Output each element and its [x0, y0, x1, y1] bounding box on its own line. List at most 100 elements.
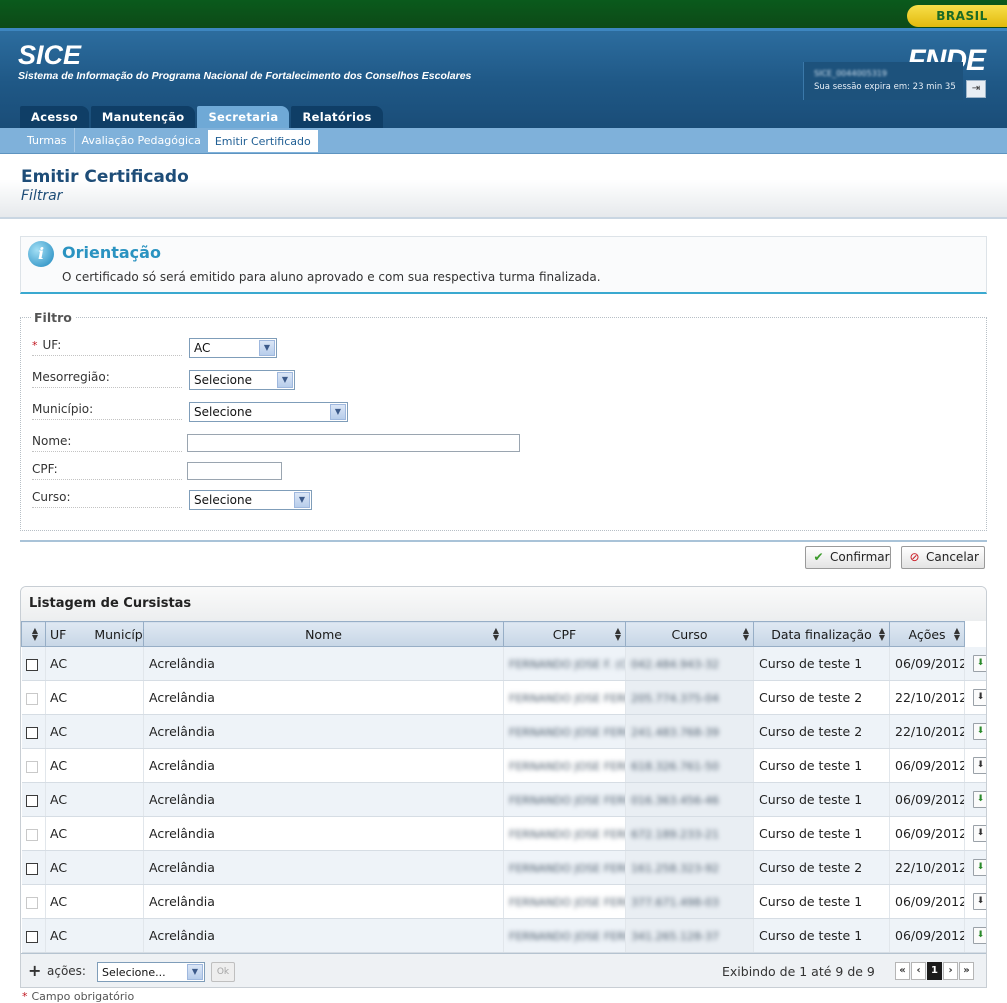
page-title: Emitir Certificado: [21, 167, 189, 187]
table-row[interactable]: AC Acrelândia FERNANDO JOSE FERRARA (FINAL…: [21, 918, 986, 953]
cell-municipio: Acrelândia: [149, 826, 215, 841]
cell-municipio: Acrelândia: [149, 690, 215, 705]
uf-label: UF:: [42, 338, 62, 352]
cell-data: 06/09/2012: [895, 894, 965, 909]
logout-icon[interactable]: ⇥: [966, 80, 986, 98]
download-certificate-icon[interactable]: ⬇: [973, 723, 986, 740]
cell-cpf: 377.671.498-03: [631, 896, 719, 909]
col-header-uf[interactable]: UF Município: [44, 621, 154, 647]
cell-uf: AC: [50, 860, 68, 875]
current-page[interactable]: 1: [927, 962, 942, 980]
subtab-turmas[interactable]: Turmas: [20, 128, 75, 152]
sort-icon: ▲ ▼: [742, 626, 750, 642]
cell-nome: FERNANDO JOSE FERRARA: [509, 896, 625, 909]
bulk-ok-button[interactable]: Ok: [211, 962, 235, 982]
municipio-select[interactable]: Selecione ▼: [189, 402, 348, 422]
required-note: * Campo obrigatório: [22, 990, 135, 1003]
row-checkbox[interactable]: [25, 794, 38, 807]
download-certificate-icon[interactable]: ⬇: [973, 893, 986, 910]
confirm-button[interactable]: ✔ Confirmar: [805, 546, 891, 569]
select-all-header[interactable]: ▲ ▼: [21, 621, 46, 647]
sort-icon: ▲ ▼: [614, 626, 622, 642]
cell-cpf: 618.326.761-50: [631, 760, 719, 773]
row-checkbox[interactable]: [25, 760, 38, 773]
download-certificate-icon[interactable]: ⬇: [973, 791, 986, 808]
chevron-down-icon: ▼: [330, 404, 346, 420]
download-certificate-icon[interactable]: ⬇: [973, 654, 986, 672]
sort-icon: ▲ ▼: [492, 626, 500, 642]
first-page-button[interactable]: «: [895, 962, 910, 980]
row-checkbox[interactable]: [25, 896, 38, 909]
last-page-button[interactable]: »: [959, 962, 974, 980]
cell-nome: FERNANDO JOSE FERRARA: [509, 760, 625, 773]
tab-relatorios[interactable]: Relatórios: [291, 106, 383, 128]
tab-secretaria[interactable]: Secretaria: [197, 106, 290, 128]
col-header-acoes[interactable]: Ações ▲ ▼: [889, 621, 966, 647]
app-subtitle: Sistema de Informação do Programa Nacion…: [18, 70, 472, 82]
col-header-curso[interactable]: Curso ▲ ▼: [625, 621, 755, 647]
nome-input[interactable]: [187, 434, 520, 452]
col-header-nome[interactable]: Nome ▲ ▼: [143, 621, 505, 647]
cell-cpf: 672.189.233-21: [631, 828, 719, 841]
session-box: SICE_0044005319 Sua sessão expira em: 23…: [803, 62, 963, 100]
mesorregiao-select[interactable]: Selecione ▼: [189, 370, 295, 390]
download-certificate-icon[interactable]: ⬇: [973, 689, 986, 706]
tab-acesso[interactable]: Acesso: [20, 106, 89, 128]
next-page-button[interactable]: ›: [943, 962, 958, 980]
cell-nome: FERNANDO JOSE FERRARA: [509, 862, 625, 875]
cancel-button[interactable]: ⊘ Cancelar: [901, 546, 985, 569]
table-row[interactable]: AC Acrelândia FERNANDO JOSE FERRARA 672.189…: [21, 816, 986, 851]
cell-cpf: 205.774.375-04: [631, 692, 719, 705]
table-row[interactable]: AC Acrelândia FERNANDO JOSE FERRARA 241.483…: [21, 714, 986, 749]
table-row[interactable]: AC Acrelândia FERNANDO JOSE FERRARA 016.363…: [21, 782, 986, 817]
cell-nome: FERNANDO JOSE FERRARA (FINALIZADA E ATIV…: [509, 930, 625, 943]
download-certificate-icon[interactable]: ⬇: [973, 927, 986, 944]
row-checkbox[interactable]: [25, 692, 38, 705]
table-row[interactable]: AC Acrelândia FERNANDO JOSE FERRARA 377.671…: [21, 884, 986, 919]
main-tabs: Acesso Manutenção Secretaria Relatórios: [20, 106, 385, 128]
table-row[interactable]: AC Acrelândia FERNANDO JOSE F. (CURSO AVAL…: [21, 646, 986, 681]
cell-curso: Curso de teste 1: [759, 656, 863, 671]
row-checkbox[interactable]: [25, 862, 38, 875]
check-icon: ✔: [813, 550, 824, 564]
table-row[interactable]: AC Acrelândia FERNANDO JOSE FERRARA 618.326…: [21, 748, 986, 783]
cell-uf: AC: [50, 656, 68, 671]
orientation-title: Orientação: [62, 243, 161, 262]
orientation-text: O certificado só será emitido para aluno…: [62, 270, 601, 284]
row-checkbox[interactable]: [25, 658, 38, 671]
cpf-input[interactable]: [187, 462, 282, 480]
cell-cpf: 042.484.943-32: [631, 658, 719, 671]
cell-curso: Curso de teste 1: [759, 826, 863, 841]
col-header-data[interactable]: Data finalização ▲ ▼: [753, 621, 891, 647]
cell-uf: AC: [50, 690, 68, 705]
bulk-actions-select[interactable]: Selecione... ▼: [97, 962, 205, 982]
cell-nome: FERNANDO JOSE FERRARA: [509, 794, 625, 807]
download-certificate-icon[interactable]: ⬇: [973, 825, 986, 842]
row-checkbox[interactable]: [25, 930, 38, 943]
uf-select[interactable]: AC ▼: [189, 338, 277, 358]
cell-uf: AC: [50, 894, 68, 909]
page-subtitle: Filtrar: [21, 188, 63, 204]
download-certificate-icon[interactable]: ⬇: [973, 859, 986, 876]
curso-select[interactable]: Selecione ▼: [189, 490, 312, 510]
brasil-logo[interactable]: BRASIL: [907, 5, 1007, 27]
cursistas-table: ▲ ▼ UF Município Nome ▲ ▼ CPF ▲ ▼ Curso ▲ ▼ Data…: [21, 621, 986, 953]
curso-label: Curso:: [32, 490, 182, 508]
subtab-emitir-certificado[interactable]: Emitir Certificado: [207, 130, 318, 152]
table-row[interactable]: AC Acrelândia FERNANDO JOSE FERRARA 205.774…: [21, 680, 986, 715]
download-certificate-icon[interactable]: ⬇: [973, 757, 986, 774]
cell-uf: AC: [50, 928, 68, 943]
cell-data: 06/09/2012: [895, 656, 965, 671]
tab-manutencao[interactable]: Manutenção: [90, 106, 196, 128]
row-checkbox[interactable]: [25, 726, 38, 739]
col-header-cpf[interactable]: CPF ▲ ▼: [503, 621, 627, 647]
mesorregiao-label: Mesorregião:: [32, 370, 182, 388]
prev-page-button[interactable]: ‹: [911, 962, 926, 980]
row-checkbox[interactable]: [25, 828, 38, 841]
list-title: Listagem de Cursistas: [29, 596, 192, 611]
table-row[interactable]: AC Acrelândia FERNANDO JOSE FERRARA 161.258…: [21, 850, 986, 885]
cell-uf: AC: [50, 724, 68, 739]
subtab-avaliacao-pedagogica[interactable]: Avaliação Pedagógica: [75, 128, 208, 152]
cell-uf: AC: [50, 826, 68, 841]
plus-icon[interactable]: +: [28, 961, 41, 980]
